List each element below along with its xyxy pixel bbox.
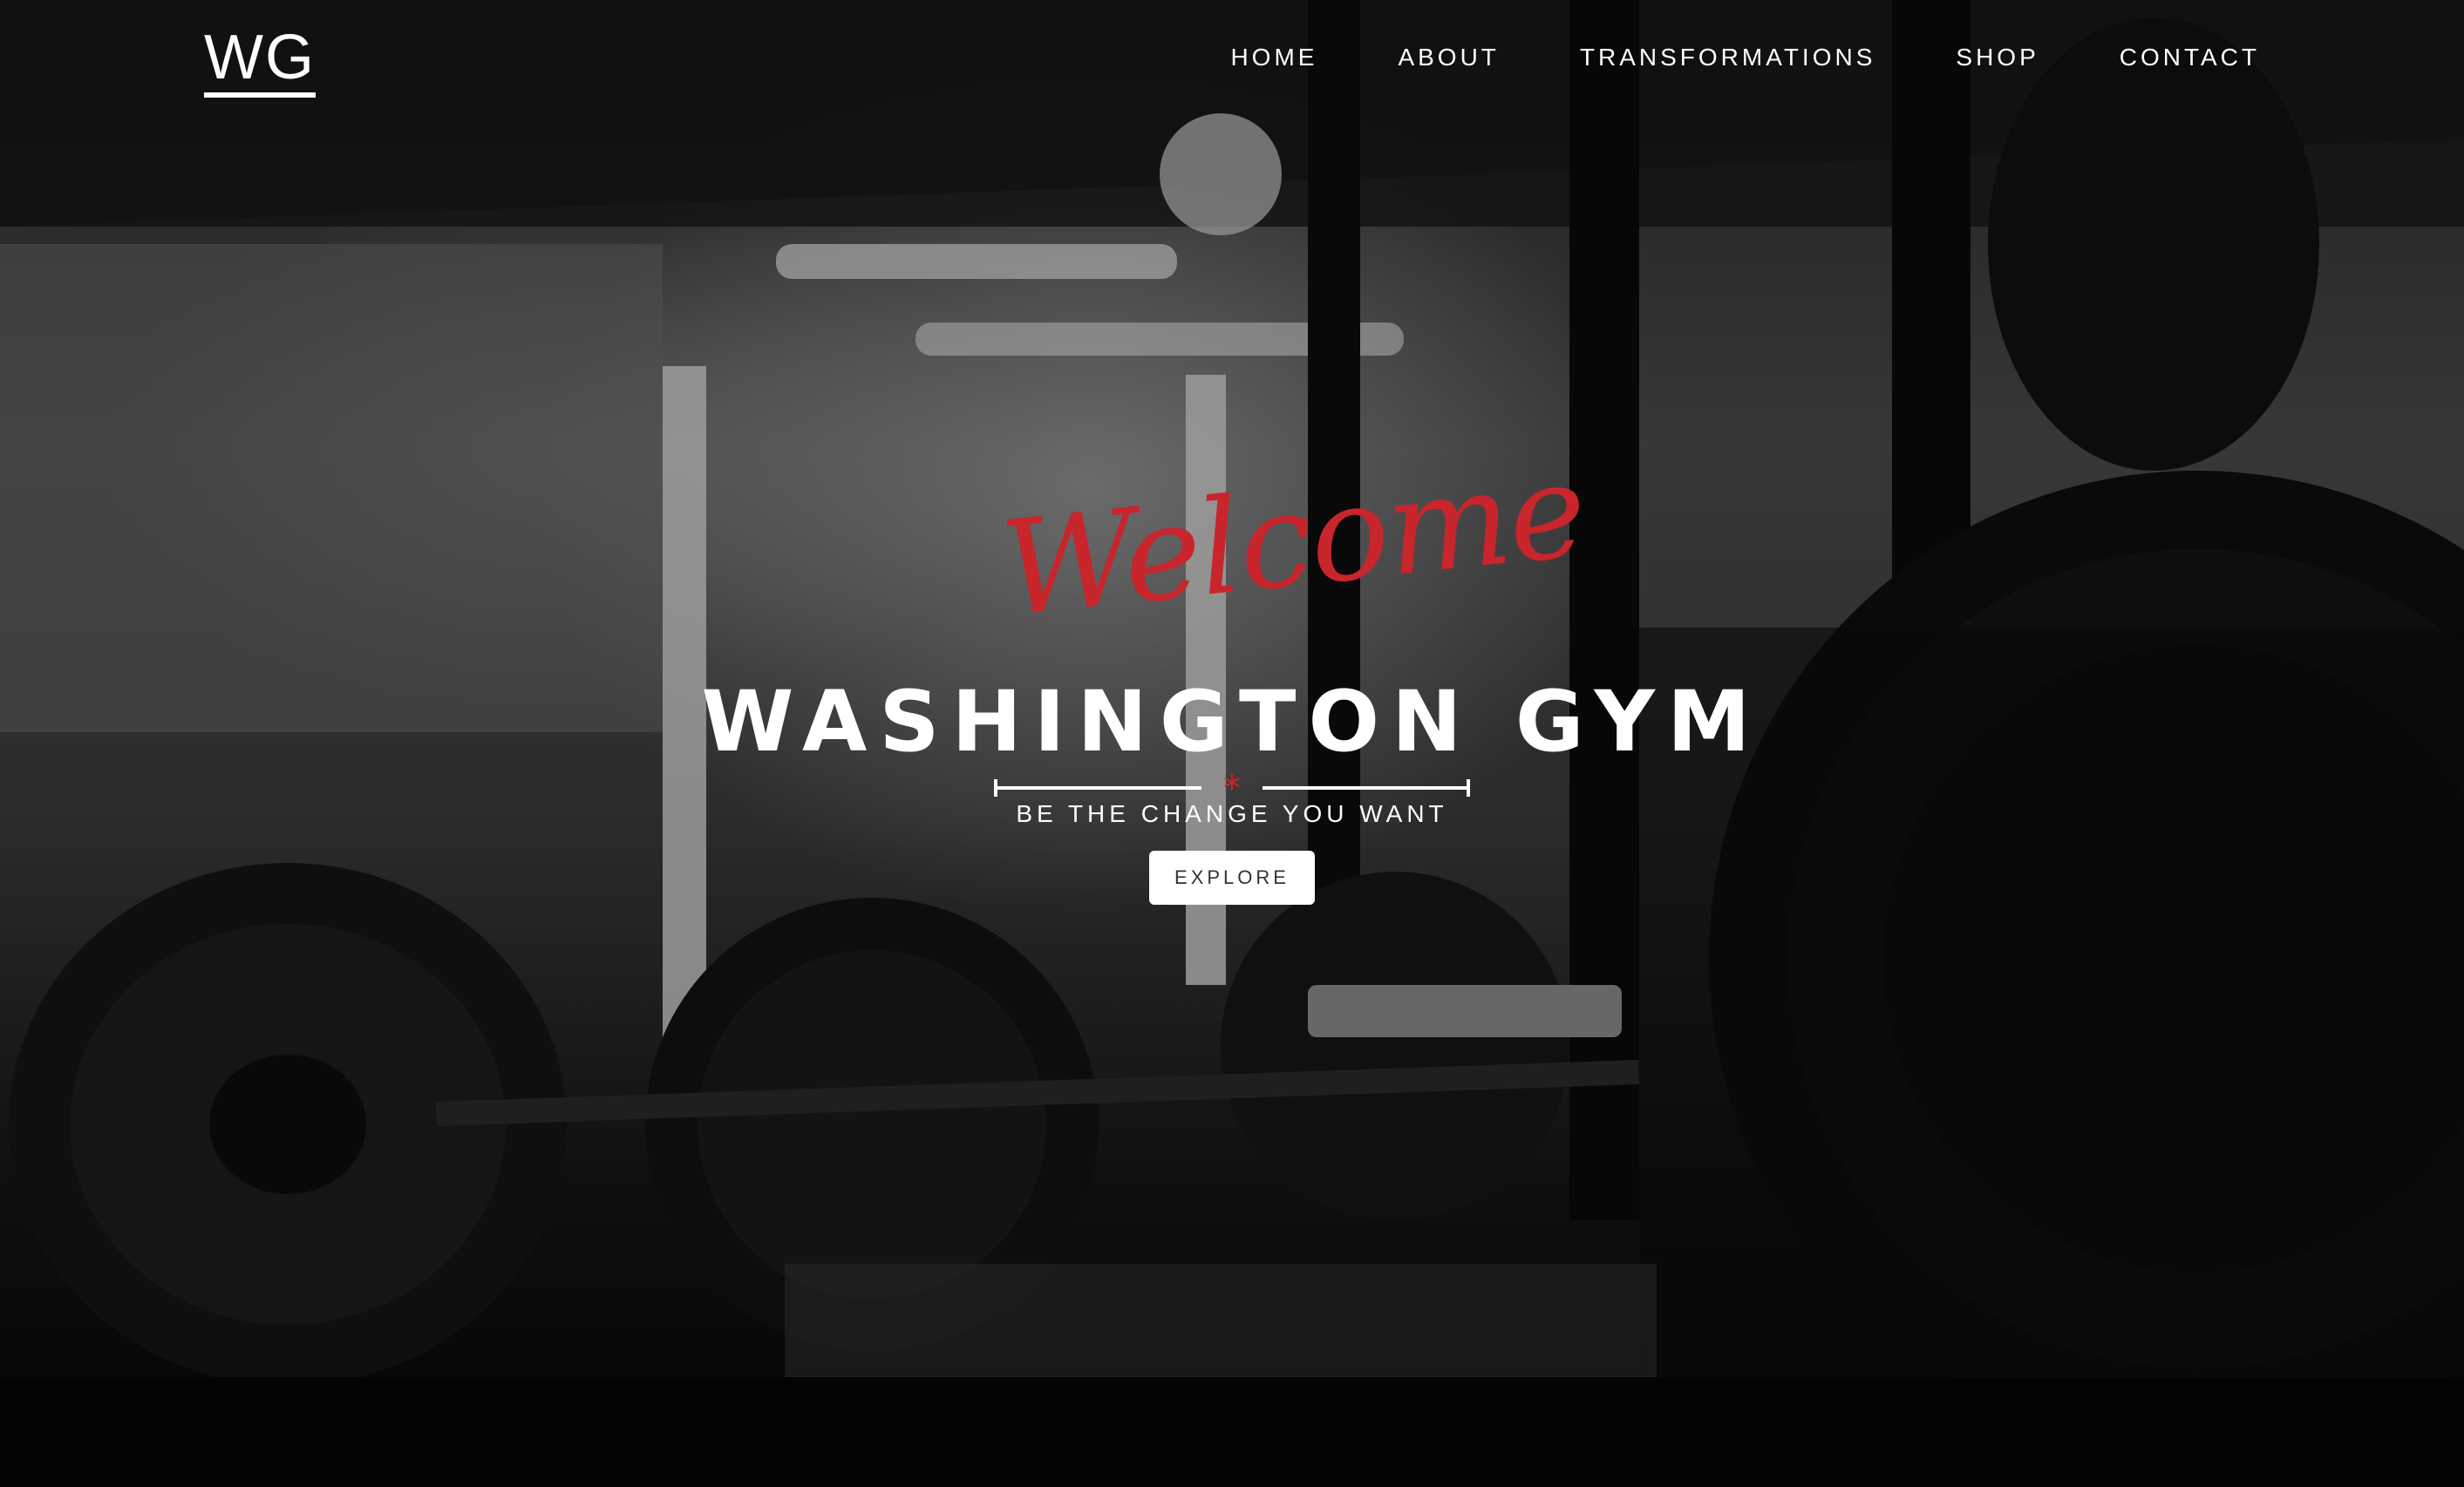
logo-link[interactable]: WG — [204, 26, 316, 98]
hero-title: WASHINGTON GYM — [701, 673, 1763, 771]
nav-item-transformations[interactable]: TRANSFORMATIONS — [1580, 44, 1875, 71]
nav-item-shop[interactable]: SHOP — [1956, 44, 2039, 71]
nav-item-contact[interactable]: CONTACT — [2120, 44, 2260, 71]
nav-menu: HOME ABOUT TRANSFORMATIONS SHOP CONTACT — [1150, 44, 2260, 71]
nav-item-about[interactable]: ABOUT — [1398, 44, 1499, 71]
explore-button[interactable]: EXPLORE — [1149, 851, 1315, 905]
hero-tagline: BE THE CHANGE YOU WANT — [1016, 800, 1448, 827]
nav-item-home[interactable]: HOME — [1230, 44, 1317, 71]
hero-section: WG HOME ABOUT TRANSFORMATIONS SHOP CONTA… — [0, 0, 2464, 1487]
top-navigation: WG HOME ABOUT TRANSFORMATIONS SHOP CONTA… — [0, 0, 2464, 122]
